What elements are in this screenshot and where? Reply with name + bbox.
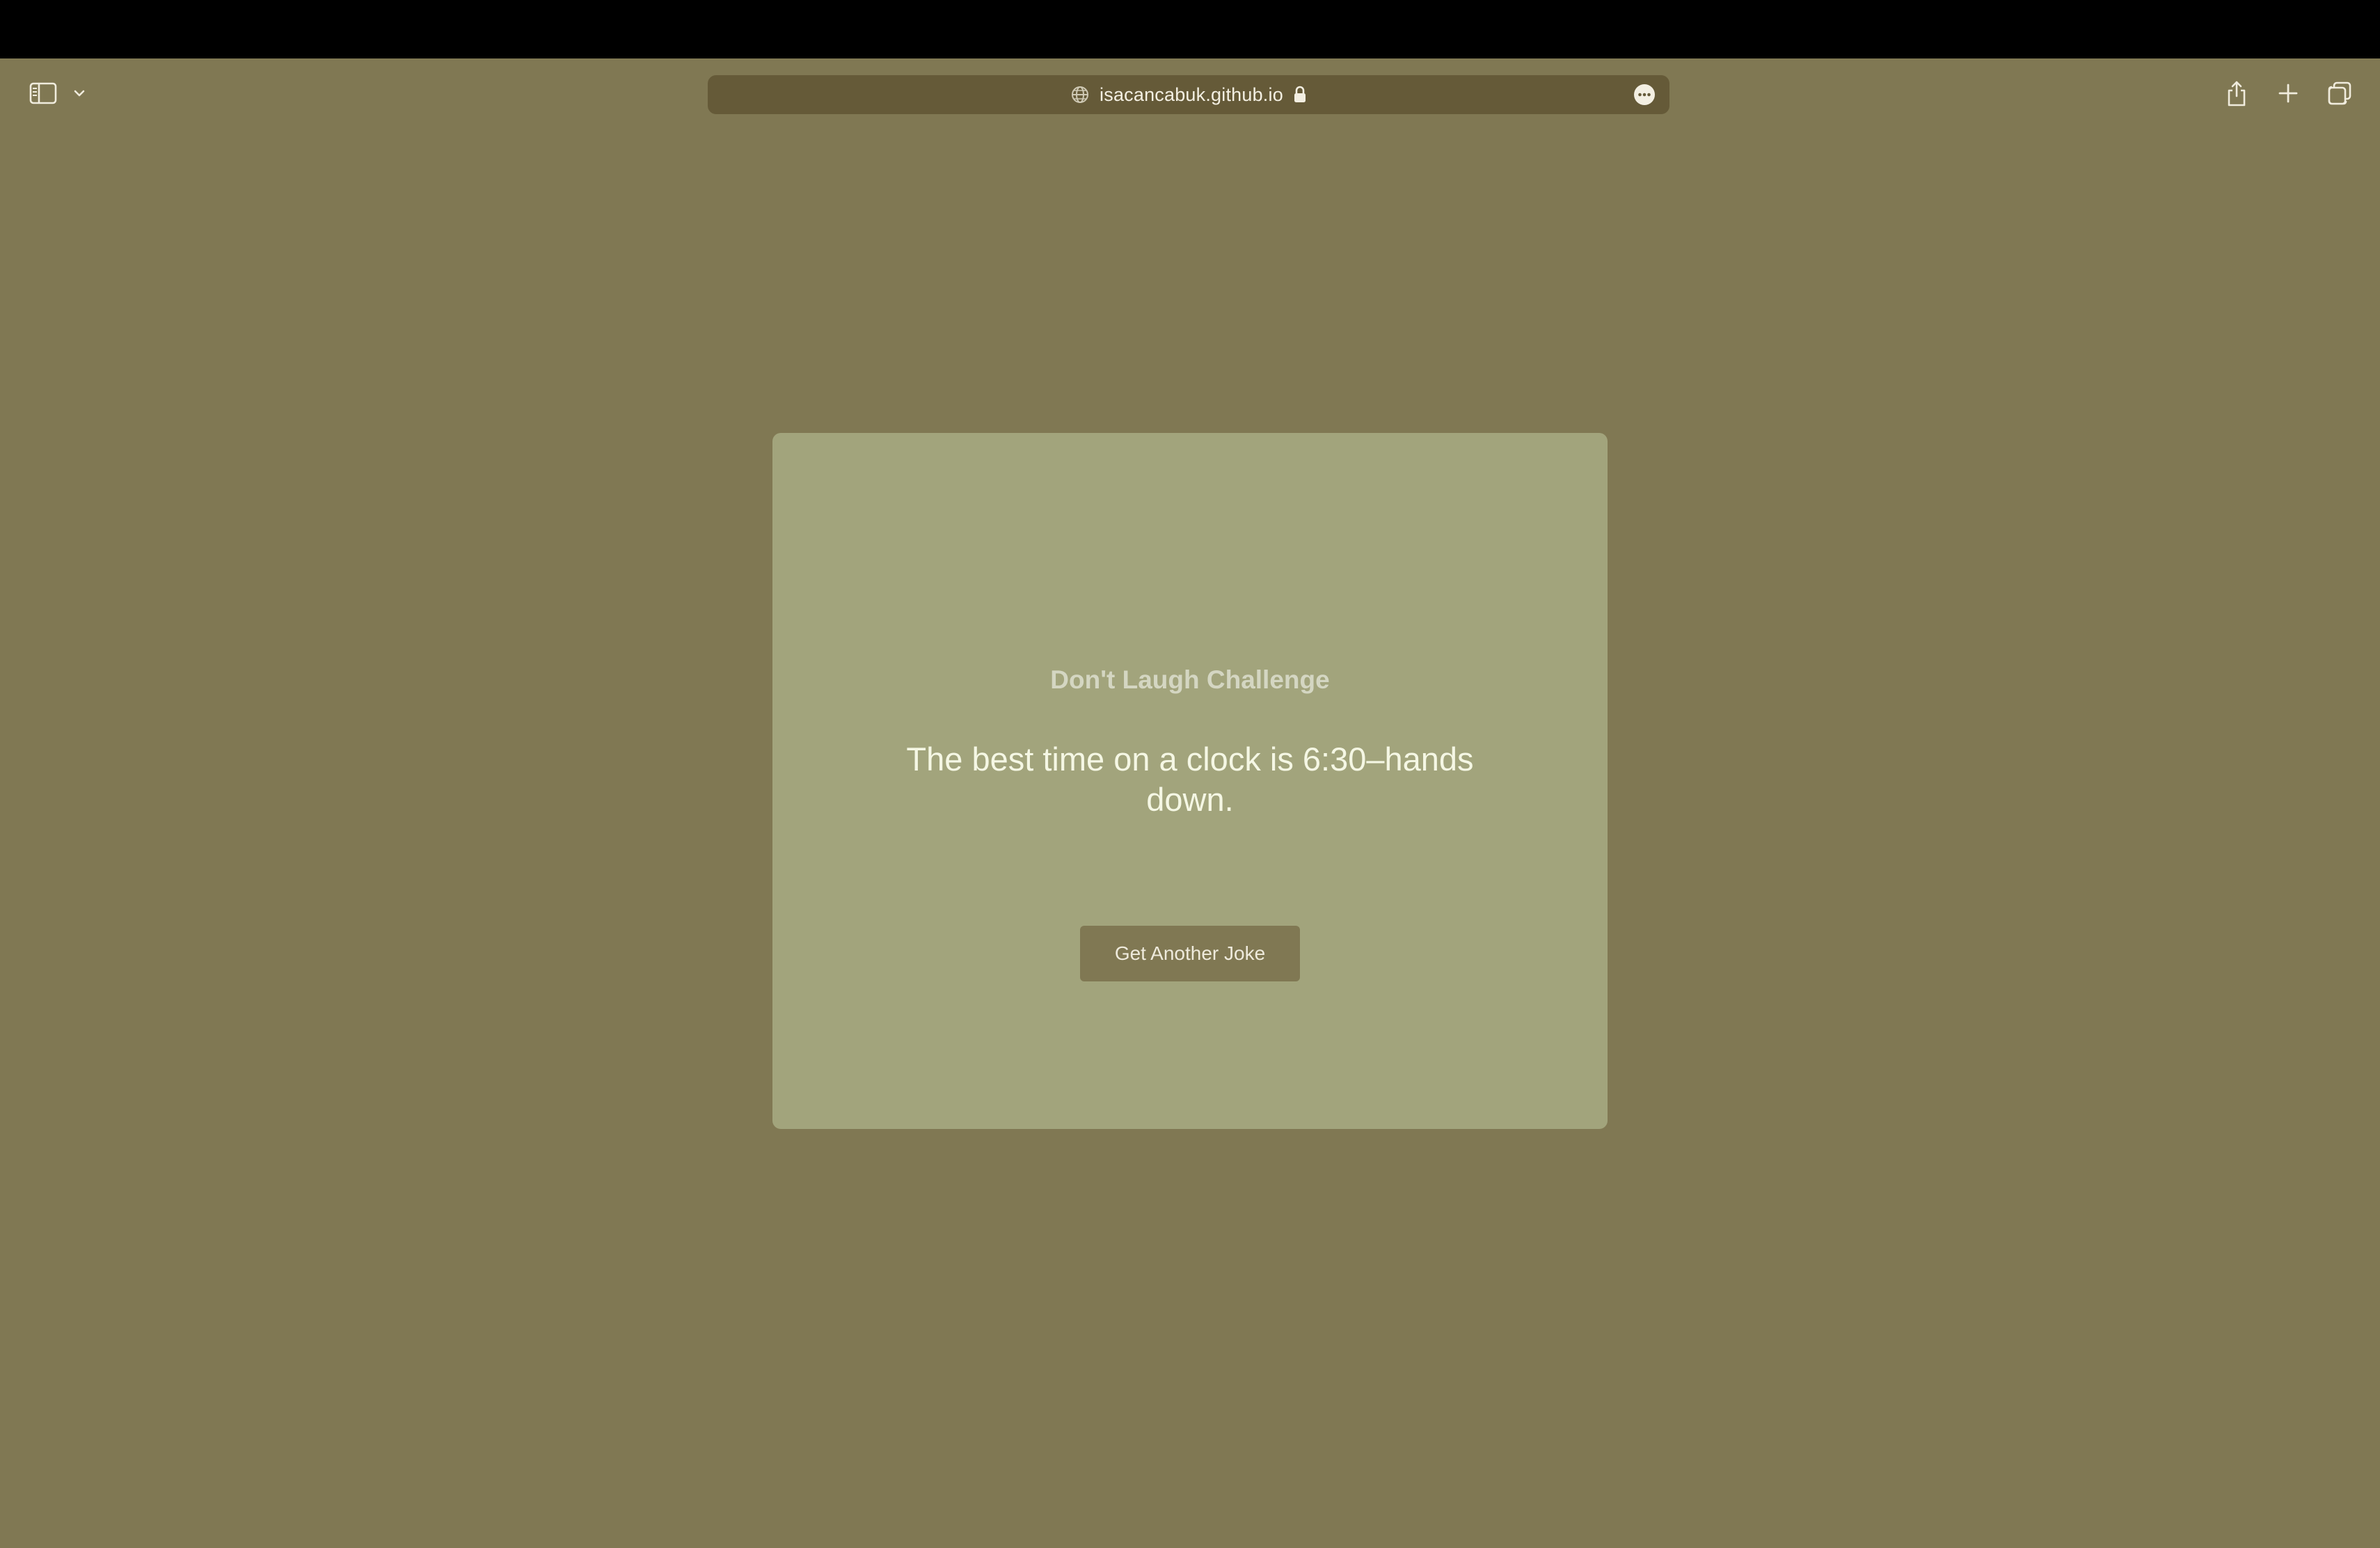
tab-overview-icon [2328, 81, 2351, 105]
ellipsis-circle-icon [1634, 84, 1655, 105]
sidebar-icon [29, 82, 57, 104]
sidebar-menu-chevron[interactable] [67, 79, 92, 107]
globe-icon [1072, 86, 1089, 103]
browser-window: isacancabuk.github.io Don't Laugh Challe… [0, 58, 2380, 1548]
top-black-bar [0, 0, 2380, 58]
get-another-joke-button[interactable]: Get Another Joke [1080, 926, 1300, 981]
joke-text: The best time on a clock is 6:30–hands d… [906, 741, 1474, 818]
lock-icon [1294, 86, 1306, 102]
sidebar-toggle-button[interactable] [21, 75, 65, 111]
plus-icon [2278, 84, 2298, 103]
address-bar-content: isacancabuk.github.io [708, 75, 1669, 114]
chevron-down-icon [74, 90, 85, 97]
tab-overview-button[interactable] [2319, 74, 2361, 113]
page-title: Don't Laugh Challenge [1050, 665, 1330, 694]
share-button[interactable] [2216, 74, 2258, 113]
share-icon [2228, 81, 2246, 106]
address-url: isacancabuk.github.io [1100, 84, 1283, 105]
browser-toolbar: isacancabuk.github.io [0, 58, 2380, 128]
new-tab-button[interactable] [2267, 74, 2309, 113]
address-bar[interactable]: isacancabuk.github.io [708, 75, 1669, 114]
joke-card: Don't Laugh Challenge The best time on a… [772, 433, 1608, 1129]
page-menu-button[interactable] [1633, 84, 1656, 106]
